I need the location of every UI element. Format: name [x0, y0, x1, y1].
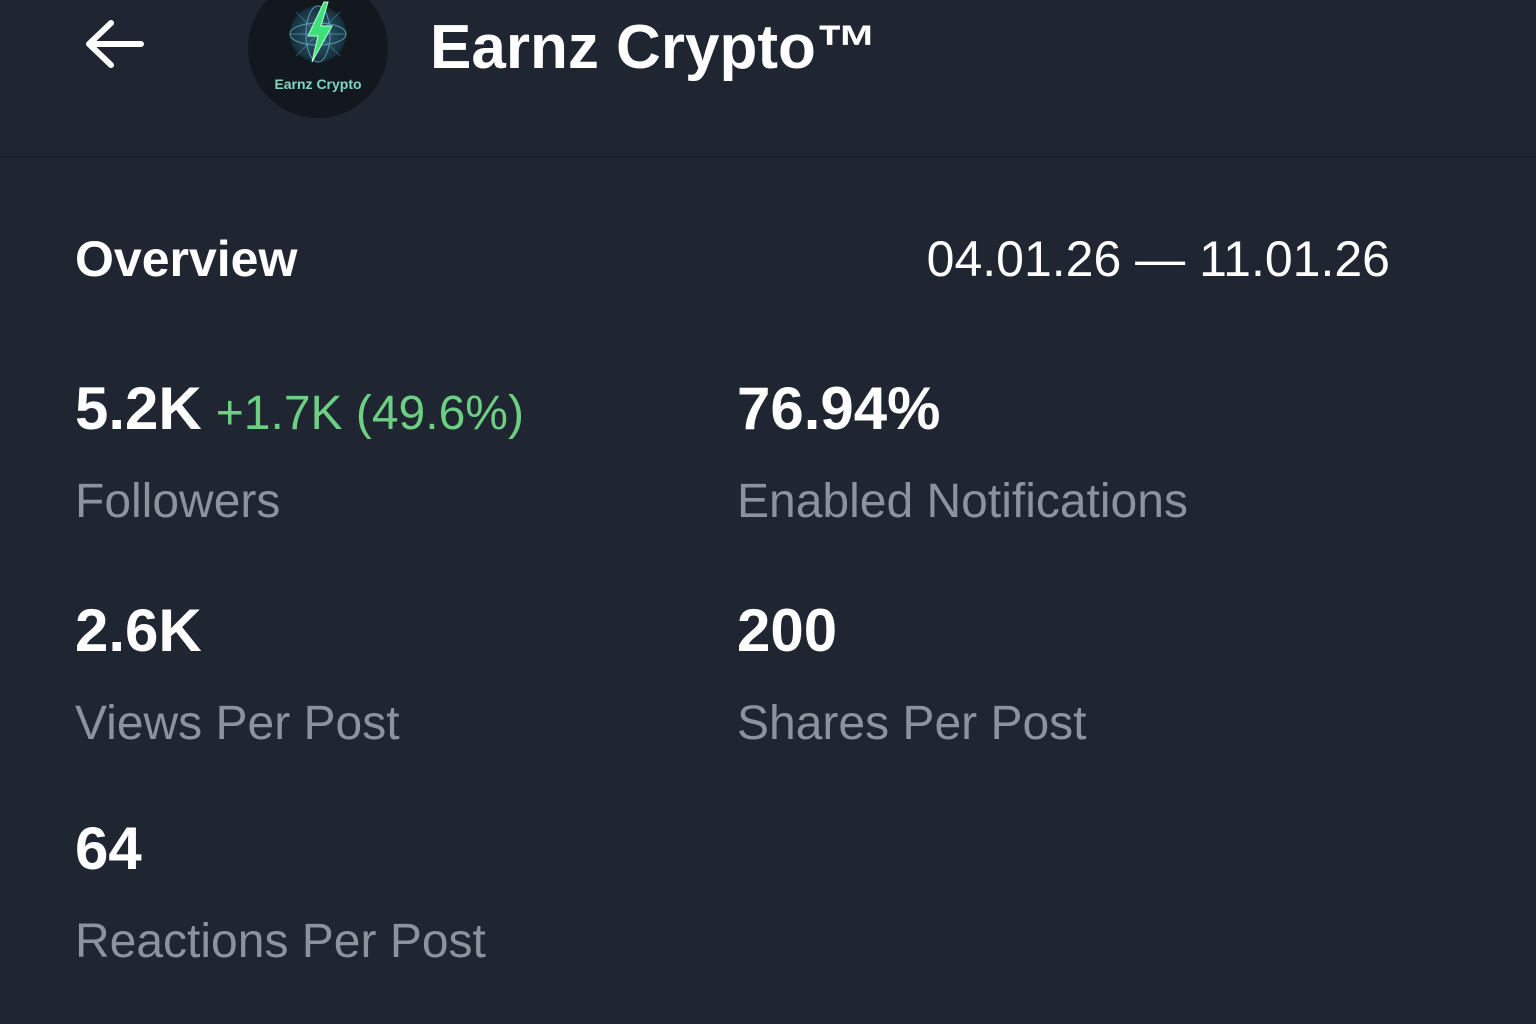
reactions-value: 64 — [75, 815, 142, 882]
shares-label: Shares Per Post — [737, 697, 1087, 750]
arrow-left-icon — [86, 20, 144, 68]
followers-label: Followers — [75, 475, 281, 528]
stat-enabled-notifications: 76.94% Enabled Notifications — [737, 374, 1188, 532]
header-bar: Earnz Crypto Earnz Crypto™ — [0, 0, 1536, 158]
overview-title: Overview — [75, 231, 298, 287]
back-button[interactable] — [72, 8, 156, 80]
followers-value: 5.2K — [75, 375, 202, 442]
notifications-value: 76.94% — [737, 375, 941, 442]
stat-followers: 5.2K +1.7K (49.6%) Followers — [75, 374, 524, 532]
lightning-bolt-icon — [289, 1, 347, 63]
views-value: 2.6K — [75, 597, 202, 664]
channel-title: Earnz Crypto™ — [430, 13, 878, 82]
reactions-label: Reactions Per Post — [75, 915, 486, 968]
shares-value: 200 — [737, 597, 838, 664]
notifications-label: Enabled Notifications — [737, 475, 1188, 528]
channel-avatar[interactable]: Earnz Crypto — [248, 0, 388, 118]
stat-shares-per-post: 200 Shares Per Post — [737, 596, 1087, 754]
followers-change: +1.7K (49.6%) — [215, 387, 524, 440]
views-label: Views Per Post — [75, 697, 400, 750]
avatar-label: Earnz Crypto — [274, 76, 362, 92]
stat-views-per-post: 2.6K Views Per Post — [75, 596, 400, 754]
stat-reactions-per-post: 64 Reactions Per Post — [75, 814, 486, 972]
channel-statistics-screen: Earnz Crypto Earnz Crypto™ Overview 04.0… — [0, 0, 1536, 1024]
date-range[interactable]: 04.01.26 — 11.01.26 — [927, 228, 1390, 290]
